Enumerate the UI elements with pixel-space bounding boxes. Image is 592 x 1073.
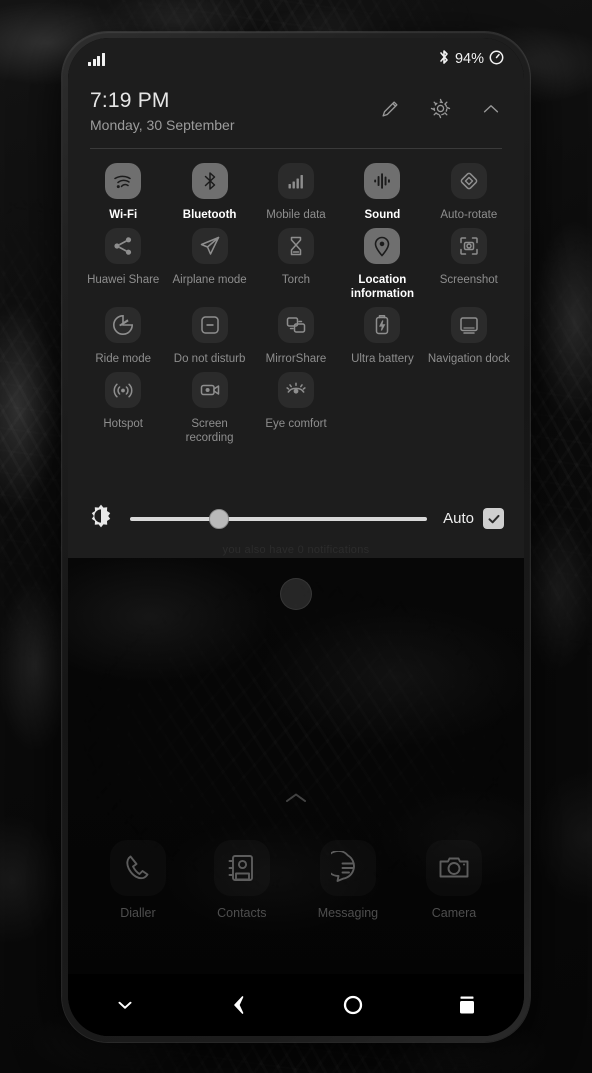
- qs-toggle-label: Bluetooth: [182, 208, 237, 221]
- qs-toggle-torch[interactable]: Torch: [253, 227, 339, 303]
- notification-collapse-button[interactable]: [68, 974, 182, 1036]
- qs-toggle-ride-mode[interactable]: Ride mode: [80, 306, 166, 368]
- eye-comfort-icon: [277, 371, 314, 408]
- back-button[interactable]: [182, 974, 296, 1036]
- app-dock: Dialler Contacts Messaging Camera: [68, 840, 524, 920]
- dock-item-messaging[interactable]: Messaging: [318, 840, 378, 920]
- qs-toggle-label: Ride mode: [95, 352, 151, 365]
- hotspot-icon: [105, 371, 142, 408]
- qs-toggle-wi-fi[interactable]: Wi-Fi: [80, 162, 166, 224]
- signal-bars-icon: [277, 162, 314, 199]
- qs-toggle-ultra-battery[interactable]: Ultra battery: [339, 306, 425, 368]
- dock-item-contacts[interactable]: Contacts: [213, 840, 270, 920]
- qs-toggle-screenshot[interactable]: Screenshot: [426, 227, 512, 303]
- contacts-icon: [213, 840, 270, 896]
- bluetooth-icon: [191, 162, 228, 199]
- recents-button[interactable]: [410, 974, 524, 1036]
- bluetooth-icon: [438, 49, 450, 69]
- qs-toggle-label: Eye comfort: [265, 417, 327, 430]
- dock-item-label: Camera: [431, 906, 477, 920]
- phone-device: 94% 7:19 PM Monday, 30 September Wi-Fi B…: [62, 32, 530, 1042]
- qs-toggle-eye-comfort[interactable]: Eye comfort: [253, 371, 339, 447]
- quick-settings-panel: 94% 7:19 PM Monday, 30 September Wi-Fi B…: [68, 38, 524, 558]
- mirrorshare-icon: [277, 306, 314, 343]
- qs-toggle-label: Huawei Share: [87, 273, 160, 286]
- qs-toggle-sound[interactable]: Sound: [339, 162, 425, 224]
- qs-toggle-label: Torch: [281, 273, 311, 286]
- battery-circle-icon: [489, 50, 504, 69]
- qs-toggle-bluetooth[interactable]: Bluetooth: [166, 162, 252, 224]
- clock-time: 7:19 PM: [90, 89, 170, 112]
- qs-toggle-label: Mobile data: [266, 208, 326, 221]
- floating-nav-ball[interactable]: [280, 578, 312, 610]
- notification-summary: you also have 0 notifications: [222, 544, 370, 556]
- qs-toggle-label: Screenshot: [439, 273, 498, 286]
- dock-item-dialler[interactable]: Dialler: [109, 840, 166, 920]
- battery-percent-label: 94%: [454, 51, 484, 67]
- qs-toggle-mobile-data[interactable]: Mobile data: [253, 162, 339, 224]
- ride-mode-icon: [105, 306, 142, 343]
- qs-toggle-huawei-share[interactable]: Huawei Share: [80, 227, 166, 303]
- dock-item-camera[interactable]: Camera: [426, 840, 483, 920]
- pencil-icon[interactable]: [379, 98, 401, 125]
- auto-brightness-label: Auto: [443, 510, 474, 527]
- qs-toggle-do-not-disturb[interactable]: Do not disturb: [166, 306, 252, 368]
- home-button[interactable]: [296, 974, 410, 1036]
- auto-rotate-icon: [450, 162, 487, 199]
- qs-toggle-label: Do not disturb: [173, 352, 246, 365]
- qs-toggle-location-information[interactable]: Location information: [339, 227, 425, 303]
- qs-toggle-label: Auto-rotate: [440, 208, 498, 221]
- qs-toggle-auto-rotate[interactable]: Auto-rotate: [426, 162, 512, 224]
- qs-toggle-label: Sound: [364, 208, 401, 221]
- screen-recording-icon: [191, 371, 228, 408]
- qs-toggle-label: Location information: [350, 273, 415, 300]
- ultra-battery-icon: [364, 306, 401, 343]
- qs-toggle-label: Hotspot: [103, 417, 144, 430]
- gear-icon[interactable]: [429, 97, 452, 125]
- auto-brightness-checkbox[interactable]: [483, 508, 504, 529]
- navigation-bar: [68, 974, 524, 1036]
- wifi-icon: [105, 162, 142, 199]
- qs-toggle-navigation-dock[interactable]: Navigation dock: [426, 306, 512, 368]
- qs-toggle-label: Navigation dock: [427, 352, 510, 365]
- qs-toggle-label: Wi-Fi: [109, 208, 138, 221]
- chevron-up-icon[interactable]: [480, 98, 502, 125]
- camera-icon: [426, 840, 483, 896]
- brightness-icon: [88, 503, 114, 534]
- dock-item-label: Dialler: [120, 906, 156, 920]
- chevron-up-icon[interactable]: [283, 790, 309, 811]
- clock-block: 7:19 PM Monday, 30 September: [90, 88, 235, 135]
- qs-toggle-mirrorshare[interactable]: MirrorShare: [253, 306, 339, 368]
- qs-toggle-airplane-mode[interactable]: Airplane mode: [166, 227, 252, 303]
- brightness-row: Auto: [68, 503, 524, 534]
- qs-toggle-label: Ultra battery: [351, 352, 414, 365]
- airplane-icon: [191, 227, 228, 264]
- brightness-slider-thumb[interactable]: [209, 508, 230, 529]
- panel-header: 7:19 PM Monday, 30 September: [68, 80, 524, 135]
- qs-toggle-label: Screen recording: [185, 417, 234, 444]
- quick-settings-grid: Wi-Fi Bluetooth Mobile data Sound Auto-r…: [68, 149, 524, 447]
- qs-toggle-screen-recording[interactable]: Screen recording: [166, 371, 252, 447]
- header-actions: [379, 88, 502, 125]
- qs-toggle-label: MirrorShare: [265, 352, 327, 365]
- navigation-dock-icon: [450, 306, 487, 343]
- do-not-disturb-icon: [191, 306, 228, 343]
- screenshot-icon: [450, 227, 487, 264]
- dock-item-label: Messaging: [317, 906, 379, 920]
- dock-item-label: Contacts: [217, 906, 267, 920]
- phone-icon: [109, 840, 166, 896]
- location-pin-icon: [364, 227, 401, 264]
- torch-icon: [277, 227, 314, 264]
- phone-screen: 94% 7:19 PM Monday, 30 September Wi-Fi B…: [68, 38, 524, 1036]
- status-bar: 94%: [68, 38, 524, 80]
- message-bubble-icon: [319, 840, 376, 896]
- share-nodes-icon: [105, 227, 142, 264]
- clock-date: Monday, 30 September: [90, 117, 235, 134]
- qs-toggle-hotspot[interactable]: Hotspot: [80, 371, 166, 447]
- qs-toggle-label: Airplane mode: [172, 273, 247, 286]
- signal-bars-icon: [88, 52, 105, 66]
- brightness-slider[interactable]: [130, 508, 428, 529]
- sound-waveform-icon: [364, 162, 401, 199]
- auto-brightness-toggle[interactable]: Auto: [443, 508, 504, 529]
